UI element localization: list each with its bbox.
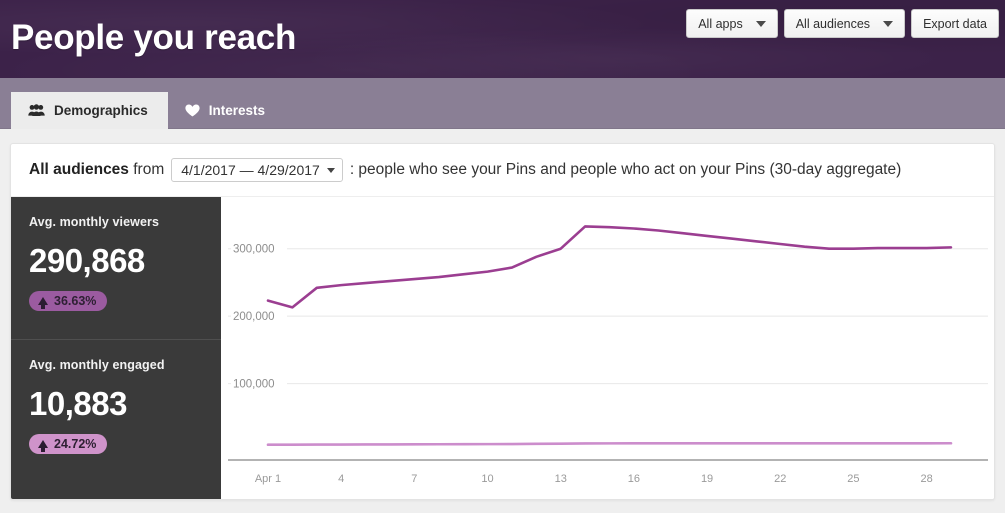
header-controls: All apps All audiences Export data [686,9,999,38]
stats-panel: Avg. monthly viewers 290,868 36.63% Avg.… [11,197,221,499]
filter-description: : people who see your Pins and people wh… [349,161,902,178]
x-axis-tick-label: 10 [481,473,493,485]
tab-demographics-label: Demographics [54,103,148,118]
chart-line-avg-monthly-engaged [266,441,953,447]
page-header: People you reach All apps All audiences … [0,0,1005,78]
y-axis-tick-label: 100,000 [233,379,275,391]
x-axis-tick-label: 16 [628,473,640,485]
chart-line-avg-monthly-viewers [266,225,953,309]
x-axis-tick-label: 7 [411,473,417,485]
chart-svg: 100,000 200,000 300,000 Apr 1 4 7 10 13 16 19 22 25… [228,225,988,485]
stat-value: 290,868 [29,242,145,279]
stat-label: Avg. monthly viewers [29,215,160,229]
badge-value: 36.63% [54,294,97,308]
reach-card: All audiences from 4/1/2017 — 4/29/2017 … [10,143,995,500]
page-title: People you reach [11,18,297,57]
x-axis-tick-label: 25 [847,473,859,485]
filter-audience-label: All audiences [29,161,129,178]
all-audiences-dropdown[interactable]: All audiences [783,9,906,38]
export-data-label: Export data [923,16,987,31]
tab-interests[interactable]: Interests [168,92,285,129]
x-axis-tick-label: Apr 1 [255,473,281,485]
arrow-up-icon [38,297,48,309]
x-axis-tick-label: 19 [701,473,713,485]
date-range-value: 4/1/2017 — 4/29/2017 [181,162,320,178]
status-badge: 36.63% [29,291,108,311]
export-data-button[interactable]: Export data [911,9,999,38]
chevron-down-icon [755,20,766,27]
stat-label: Avg. monthly engaged [29,358,165,372]
all-apps-dropdown[interactable]: All apps [686,9,778,38]
tab-interests-label: Interests [208,103,266,118]
x-axis-tick-label: 4 [338,473,344,485]
stat-avg-monthly-engaged[interactable]: Avg. monthly engaged 10,883 24.72% [11,339,221,481]
all-apps-label: All apps [698,16,743,31]
card-body: Avg. monthly viewers 290,868 36.63% Avg.… [11,197,994,499]
y-axis-tick-label: 200,000 [233,311,275,323]
reach-line-chart: 100,000 200,000 300,000 Apr 1 4 7 10 13 16 19 22 25… [221,197,994,499]
tab-bar: Demographics Interests [0,78,1005,129]
status-badge: 24.72% [29,434,108,454]
heart-icon [185,104,200,117]
badge-value: 24.72% [54,437,97,451]
chevron-down-icon [326,167,335,173]
stat-value: 10,883 [29,385,127,422]
filter-bar: All audiences from 4/1/2017 — 4/29/2017 … [11,144,994,197]
arrow-up-icon [38,440,48,452]
tab-demographics[interactable]: Demographics [11,92,168,129]
chevron-down-icon [883,20,894,27]
date-range-selector[interactable]: 4/1/2017 — 4/29/2017 [171,158,343,182]
x-axis-tick-label: 28 [920,473,932,485]
x-axis-tick-label: 22 [774,473,786,485]
all-audiences-label: All audiences [795,16,871,31]
y-axis-tick-label: 300,000 [233,244,275,256]
people-group-icon [28,104,45,117]
stat-avg-monthly-viewers[interactable]: Avg. monthly viewers 290,868 36.63% [11,197,221,339]
filter-from-word: from [133,161,165,178]
x-axis-tick-label: 13 [555,473,567,485]
